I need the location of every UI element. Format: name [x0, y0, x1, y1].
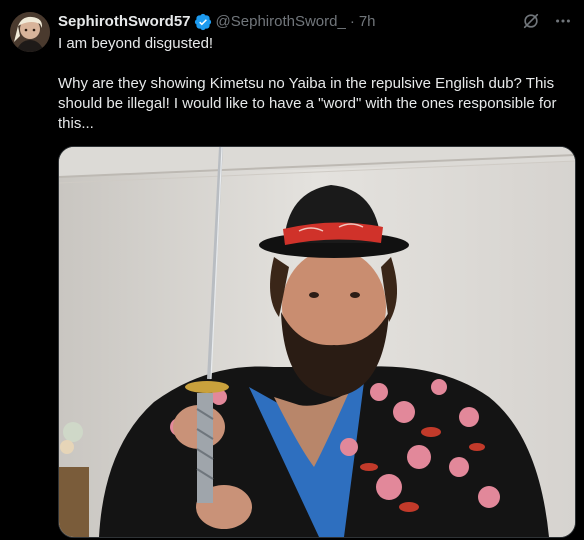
tweet-header: SephirothSword57 @SephirothSword_ · 7h: [58, 12, 376, 32]
top-actions: [520, 10, 574, 32]
grok-icon[interactable]: [520, 10, 542, 32]
separator-dot: ·: [349, 13, 355, 30]
tweet-text-paragraph: I am beyond disgusted!: [58, 35, 214, 52]
avatar-image: [10, 12, 50, 52]
timestamp[interactable]: 7h: [359, 12, 376, 32]
user-handle[interactable]: @SephirothSword_: [216, 12, 346, 32]
tweet-photo[interactable]: [58, 146, 576, 538]
display-name[interactable]: SephirothSword57: [58, 12, 191, 32]
photo-image: [59, 147, 575, 537]
more-options-icon[interactable]: [552, 10, 574, 32]
avatar[interactable]: [10, 12, 50, 52]
tweet-text: I am beyond disgusted! Why are they show…: [58, 34, 572, 134]
tweet[interactable]: SephirothSword57 @SephirothSword_ · 7h I…: [0, 0, 584, 540]
tweet-text-paragraph: Why are they showing Kimetsu no Yaiba in…: [58, 75, 557, 132]
verified-badge-icon[interactable]: [194, 13, 212, 31]
